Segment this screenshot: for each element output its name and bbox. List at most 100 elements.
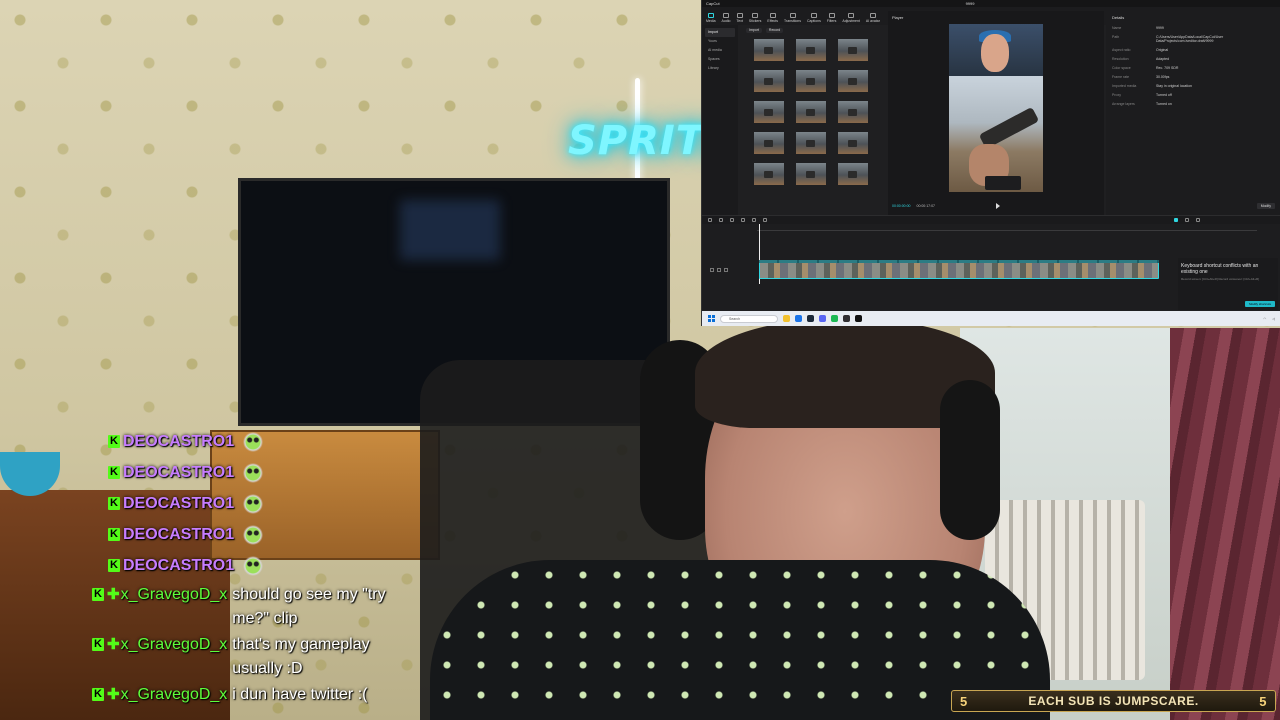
chat-message: K DEOCASTRO1 [92, 519, 432, 550]
media-thumbnail[interactable] [754, 101, 784, 123]
tool-audio[interactable]: Audio [722, 13, 731, 23]
nav-library[interactable]: Library [705, 64, 735, 73]
chat-username: x_GravegoD_x [120, 586, 228, 603]
kick-badge-icon: K [108, 559, 120, 572]
tool-effects[interactable]: Effects [767, 13, 778, 23]
chat-username: DEOCASTRO1 [123, 556, 235, 574]
capcut-icon[interactable] [855, 315, 862, 322]
media-thumbnail[interactable] [838, 70, 868, 92]
import-button[interactable]: Import [746, 27, 762, 33]
nav-import[interactable]: Import [705, 28, 735, 37]
media-thumbnail[interactable] [754, 39, 784, 61]
taskbar-search[interactable]: Search [720, 314, 778, 323]
delete-icon[interactable] [752, 218, 756, 222]
media-thumbnail[interactable] [838, 132, 868, 154]
preview-face [981, 34, 1009, 72]
crop-icon[interactable] [763, 218, 767, 222]
discord-icon[interactable] [819, 315, 826, 322]
chat-username: x_GravegoD_x [120, 636, 228, 653]
lock-icon[interactable] [710, 268, 714, 272]
detail-row: Frame rate 30.00fps [1112, 75, 1170, 79]
browser-icon[interactable] [795, 315, 802, 322]
file-explorer-icon[interactable] [783, 315, 790, 322]
modify-button[interactable]: Modify [1256, 203, 1275, 209]
video-editor-capture: CapCut 9999 Media Audio Text Stickers Ef… [701, 0, 1280, 326]
captions-icon [810, 13, 817, 18]
timecode: 00:00:00:00 00:00:17:07 [892, 204, 935, 208]
nav-yours[interactable]: Yours [705, 37, 735, 46]
media-thumbnail[interactable] [796, 163, 826, 185]
track-controls [710, 268, 728, 272]
media-thumbnail[interactable] [754, 132, 784, 154]
media-thumbnail[interactable] [838, 39, 868, 61]
player-label: Player [892, 15, 904, 20]
modify-shortcuts-button[interactable]: Modify shortcuts [1245, 301, 1275, 307]
toast-detail: Record screen: [Ctrl+Alt+R] Record voice… [1181, 277, 1260, 281]
media-thumbnail[interactable] [838, 163, 868, 185]
tool-captions[interactable]: Captions [807, 13, 821, 23]
kick-badge-icon: K [92, 688, 104, 701]
split-icon[interactable] [741, 218, 745, 222]
magnet-icon[interactable] [1174, 218, 1178, 222]
app-title: CapCut [706, 1, 720, 6]
undo-icon[interactable] [719, 218, 723, 222]
nav-spaces[interactable]: Spaces [705, 55, 735, 64]
chat-message: K ✚ x_GravegoD_x i dun have twitter :( [92, 683, 432, 707]
speaker-icon[interactable] [724, 268, 728, 272]
chat-message: K DEOCASTRO1 [92, 550, 432, 581]
tool-ai-avatar[interactable]: AI avatar [866, 13, 880, 23]
media-thumbnail[interactable] [796, 39, 826, 61]
media-panel: Import Record [740, 25, 886, 215]
sub-badge-icon: ✚ [107, 636, 120, 653]
kick-badge-icon: K [108, 528, 120, 541]
player-panel: Player 00:00:00:00 00:00:17:07 [888, 11, 1104, 215]
preview-phone [985, 176, 1021, 190]
kick-badge-icon: K [108, 435, 120, 448]
link-icon[interactable] [1185, 218, 1189, 222]
media-thumbnail[interactable] [796, 70, 826, 92]
play-icon[interactable] [996, 203, 1000, 209]
time-ruler[interactable] [757, 226, 1257, 231]
timeline-toolbar [702, 215, 1280, 224]
sub-goal-banner: 5 EACH SUB IS JUMPSCARE. 5 [951, 690, 1276, 712]
sub-badge-icon: ✚ [107, 686, 120, 703]
media-thumbnail[interactable] [796, 132, 826, 154]
eye-icon[interactable] [717, 268, 721, 272]
tool-text[interactable]: Text [737, 13, 743, 23]
curtain [1170, 328, 1280, 720]
media-thumbnail[interactable] [796, 101, 826, 123]
media-thumbnail[interactable] [838, 101, 868, 123]
spotify-icon[interactable] [831, 315, 838, 322]
detail-row: Name 9999 [1112, 26, 1164, 30]
shortcut-conflict-toast: Keyboard shortcut conflicts with an exis… [1178, 258, 1278, 310]
tool-filters[interactable]: Filters [827, 13, 836, 23]
timecode-total: 00:00:17:07 [916, 204, 936, 208]
tool-adjustment[interactable]: Adjustment [842, 13, 860, 23]
steam-icon[interactable] [807, 315, 814, 322]
media-grid [740, 35, 886, 185]
obs-icon[interactable] [843, 315, 850, 322]
nav-ai-media[interactable]: AI media [705, 46, 735, 55]
windows-taskbar: Search ◠ ◁ [702, 311, 1280, 326]
toast-message: Keyboard shortcut conflicts with an exis… [1181, 263, 1259, 275]
select-icon[interactable] [708, 218, 712, 222]
video-preview[interactable] [949, 24, 1043, 192]
windows-start-icon[interactable] [708, 315, 715, 322]
record-button[interactable]: Record [765, 27, 784, 33]
tool-stickers[interactable]: Stickers [749, 13, 761, 23]
project-title: 9999 [965, 1, 975, 6]
audio-icon [723, 13, 730, 18]
text-icon [736, 13, 743, 18]
wifi-icon[interactable]: ◠ [1263, 317, 1266, 321]
tool-media[interactable]: Media [706, 13, 716, 23]
media-left-nav: Import Yours AI media Spaces Library [702, 25, 738, 215]
media-thumbnail[interactable] [754, 70, 784, 92]
volume-icon[interactable]: ◁ [1272, 317, 1275, 321]
tool-transitions[interactable]: Transitions [784, 13, 801, 23]
zoom-icon[interactable] [1196, 218, 1200, 222]
redo-icon[interactable] [730, 218, 734, 222]
chat-message: K ✚ x_GravegoD_x that's my gameplay usua… [92, 633, 432, 681]
chat-text: that's my gameplay usually :D [232, 636, 370, 677]
tv-reflection [400, 200, 500, 260]
media-thumbnail[interactable] [754, 163, 784, 185]
